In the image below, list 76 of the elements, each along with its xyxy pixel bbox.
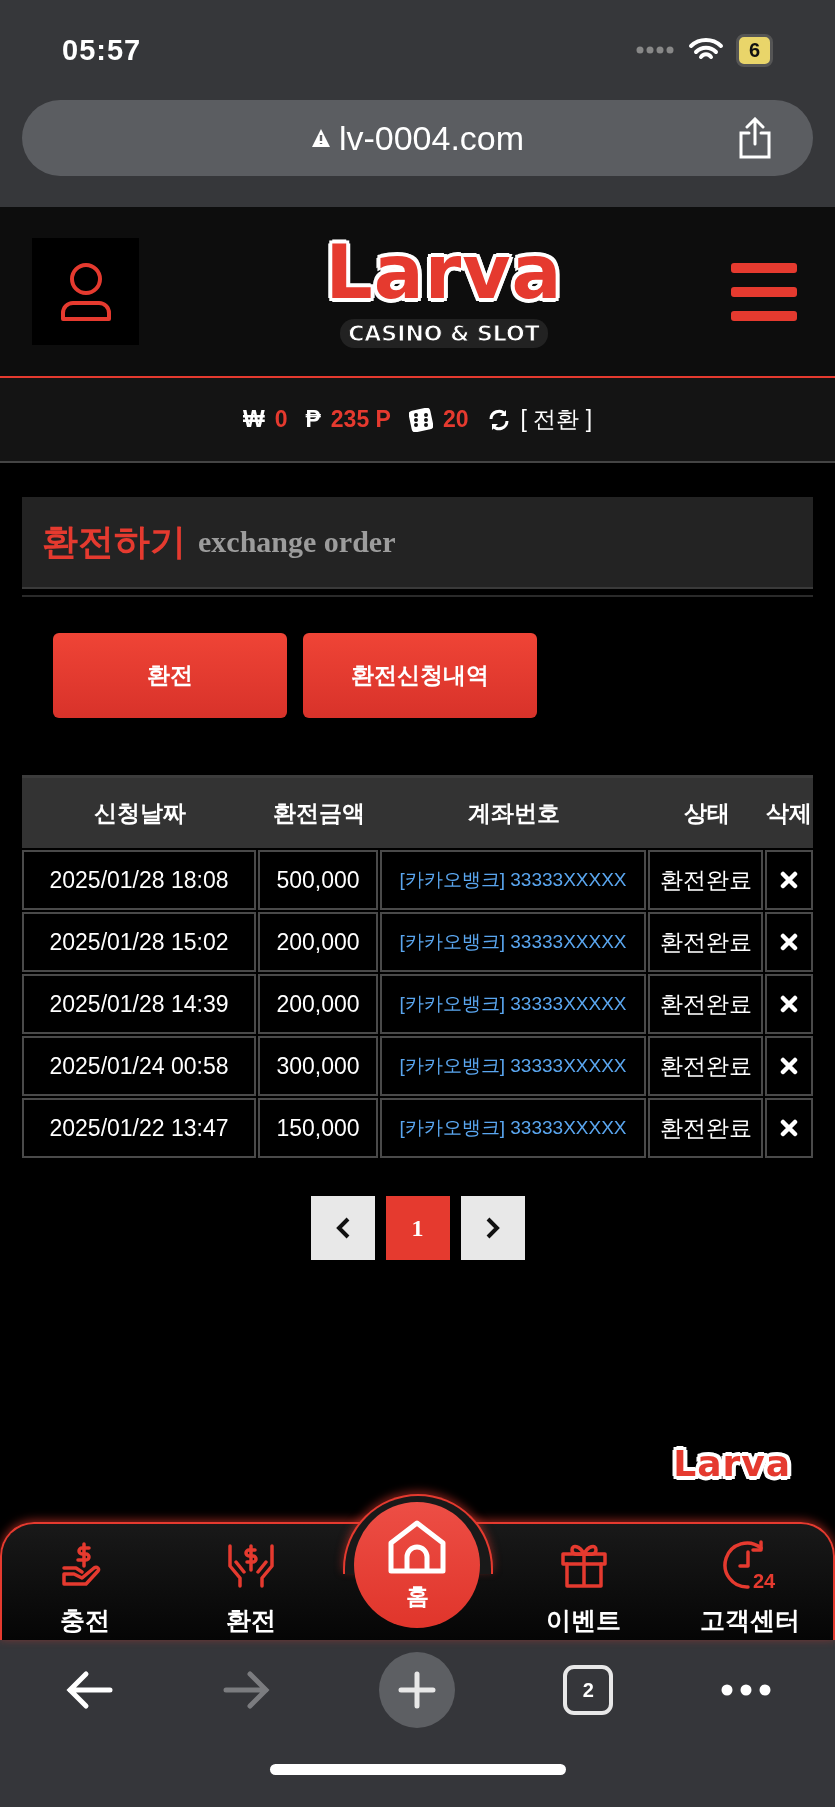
arrow-right-icon <box>221 1670 272 1710</box>
close-icon <box>780 1119 798 1137</box>
table-cell: 2025/01/28 14:39 <box>22 974 256 1034</box>
house-icon <box>387 1518 448 1575</box>
tabs-button[interactable]: 2 <box>563 1665 614 1715</box>
signal-icon <box>635 46 676 54</box>
column-header: 계좌번호 <box>467 798 561 828</box>
table-cell: 2025/01/24 00:58 <box>22 1036 256 1096</box>
delete-button[interactable] <box>765 1036 813 1096</box>
column-header: 환전금액 <box>272 798 366 828</box>
more-button[interactable] <box>721 1684 772 1696</box>
table-cell: 환전완료 <box>648 1098 763 1158</box>
currency-symbol: ₩ <box>242 406 265 433</box>
plus-icon <box>397 1670 438 1710</box>
table-cell: [카카오뱅크] 33333XXXXX <box>380 974 646 1034</box>
delete-button[interactable] <box>765 1098 813 1158</box>
nav-item[interactable]: 환전 <box>168 1524 335 1640</box>
page-title: 환전하기 <box>42 519 186 564</box>
chevron-left-icon <box>334 1216 351 1240</box>
table-cell: 2025/01/28 15:02 <box>22 912 256 972</box>
share-icon[interactable] <box>737 117 773 159</box>
nav-item[interactable]: 충전 <box>2 1524 169 1640</box>
balance-value: 0 <box>274 406 288 433</box>
home-button[interactable]: 홈 <box>354 1502 481 1628</box>
chevron-right-icon <box>484 1216 501 1240</box>
dice-icon <box>408 407 433 432</box>
previous-page-button[interactable] <box>310 1196 375 1260</box>
close-icon <box>780 1057 798 1075</box>
delete-button[interactable] <box>765 912 813 972</box>
battery-indicator: 6 <box>735 33 773 67</box>
delete-button[interactable] <box>765 850 813 910</box>
column-header: 삭제 <box>765 798 813 828</box>
delete-button[interactable] <box>765 974 813 1034</box>
table-cell: 200,000 <box>258 912 378 972</box>
brand-logo: Larva CASINO & SLOT <box>325 235 563 348</box>
forward-button[interactable] <box>221 1670 272 1710</box>
footer-logo: Larva <box>673 1446 791 1482</box>
next-page-button[interactable] <box>460 1196 525 1260</box>
user-icon <box>58 260 113 323</box>
column-header: 신청날짜 <box>93 798 187 828</box>
menu-button[interactable] <box>731 262 797 321</box>
url-text: lv-0004.com <box>338 118 525 158</box>
status-time: 05:57 <box>62 33 142 67</box>
table-cell: 500,000 <box>258 850 378 910</box>
menu-icon <box>731 262 797 321</box>
nav-item[interactable]: 24 고객센터 <box>666 1524 833 1640</box>
page-subtitle: exchange order <box>198 525 396 559</box>
action-button[interactable]: 환전신청내역 <box>303 633 537 718</box>
balance-value: 235 P <box>330 406 391 433</box>
table-cell: 환전완료 <box>648 850 763 910</box>
table-cell: [카카오뱅크] 33333XXXXX <box>380 850 646 910</box>
table-cell: [카카오뱅크] 33333XXXXX <box>380 912 646 972</box>
convert-link[interactable]: [ 전환 ] <box>520 404 593 435</box>
close-icon <box>780 995 798 1013</box>
more-icon <box>721 1684 772 1696</box>
table-cell: 환전완료 <box>648 1036 763 1096</box>
table-cell: 150,000 <box>258 1098 378 1158</box>
column-header: 상태 <box>682 798 731 828</box>
close-icon <box>780 933 798 951</box>
table-cell: 2025/01/22 13:47 <box>22 1098 256 1158</box>
point-symbol: ₱ <box>305 406 321 433</box>
table-cell: 300,000 <box>258 1036 378 1096</box>
balance-value: 20 <box>442 406 469 433</box>
table-cell: [카카오뱅크] 33333XXXXX <box>380 1098 646 1158</box>
action-button[interactable]: 환전 <box>53 633 287 718</box>
close-icon <box>780 871 798 889</box>
page-button[interactable]: 1 <box>385 1196 450 1260</box>
user-button[interactable] <box>32 238 139 345</box>
address-bar[interactable]: lv-0004.com <box>22 100 813 176</box>
table-cell: 2025/01/28 18:08 <box>22 850 256 910</box>
nav-item[interactable]: 이벤트 <box>500 1524 667 1640</box>
table-cell: 200,000 <box>258 974 378 1034</box>
table-cell: [카카오뱅크] 33333XXXXX <box>380 1036 646 1096</box>
table-cell: 환전완료 <box>648 974 763 1034</box>
table-cell: 환전완료 <box>648 912 763 972</box>
warning-icon <box>310 128 331 148</box>
